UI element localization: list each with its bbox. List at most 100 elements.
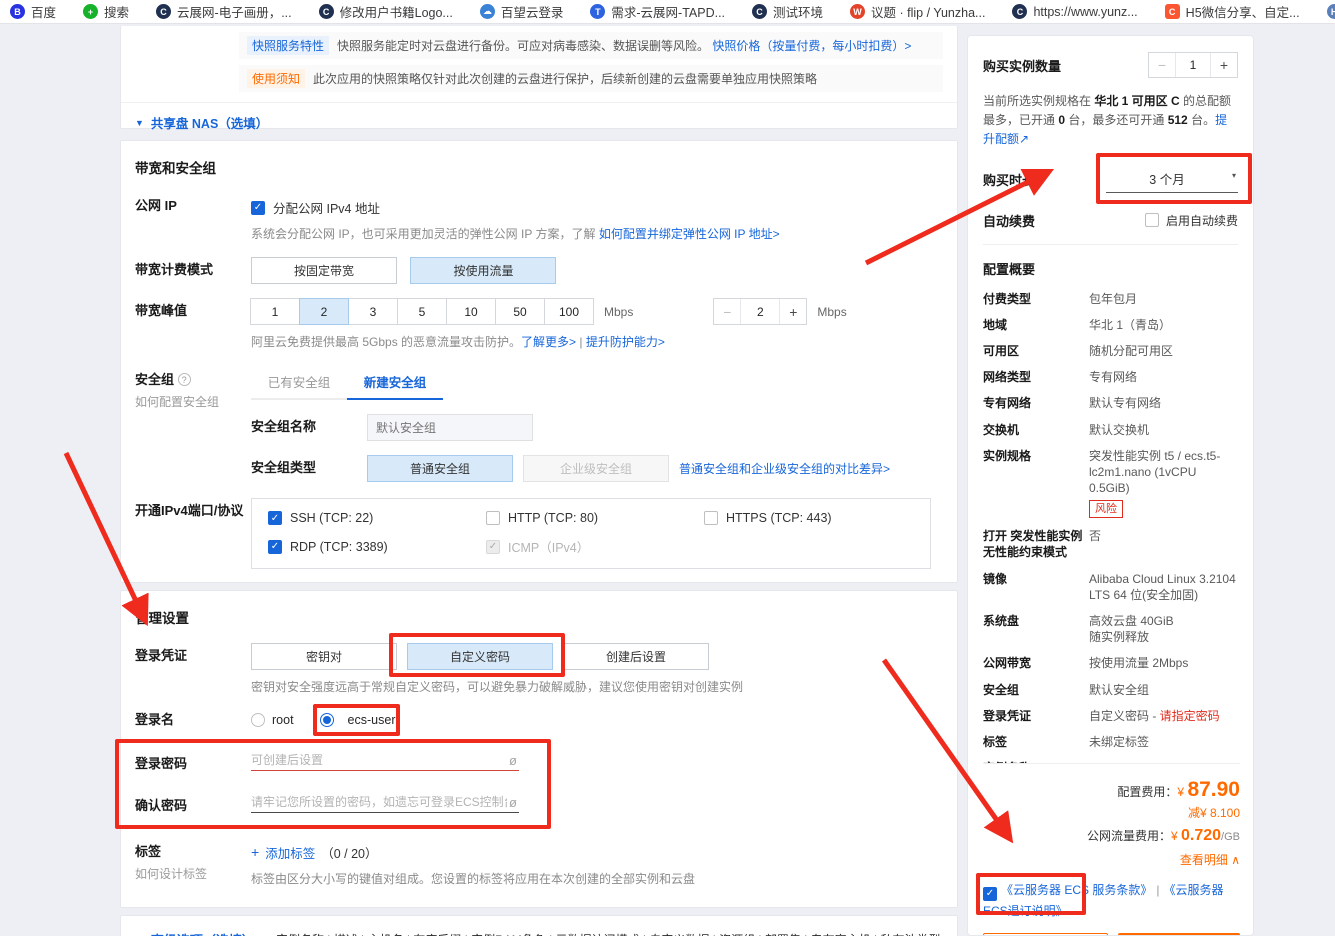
confirm-password-input[interactable] bbox=[251, 795, 507, 809]
keypair-option[interactable]: 密钥对 bbox=[251, 643, 397, 670]
bookmark-item[interactable]: CH5微信分享、自定... bbox=[1165, 2, 1300, 21]
duration-select[interactable]: 3 个月 ▾ bbox=[1106, 166, 1238, 193]
snapshot-price-link[interactable]: 快照价格（按量付费，每小时扣费）> bbox=[712, 39, 911, 53]
radio-icon[interactable] bbox=[251, 713, 265, 727]
help-icon[interactable]: ? bbox=[178, 373, 191, 386]
checkbox-checked-icon[interactable]: ✓ bbox=[268, 540, 282, 554]
checkbox-checked-icon[interactable]: ✓ bbox=[251, 201, 265, 215]
advanced-toggle-label: 高级选项（选填） bbox=[151, 930, 255, 936]
chevron-down-icon: ▾ bbox=[1232, 171, 1236, 180]
improve-protection-link[interactable]: 提升防护能力> bbox=[586, 335, 665, 349]
ports-box: ✓SSH (TCP: 22) HTTP (TCP: 80) HTTPS (TCP… bbox=[251, 498, 931, 569]
eye-slash-icon[interactable]: ø bbox=[507, 795, 519, 810]
gitlab-favicon: W bbox=[850, 4, 865, 19]
minus-button[interactable]: − bbox=[714, 299, 740, 324]
add-tag-button[interactable]: + 添加标签 （0 / 20） bbox=[251, 839, 943, 862]
login-name-label: 登录名 bbox=[135, 712, 251, 729]
bookmark-item[interactable]: C云展网-电子画册，... bbox=[156, 2, 292, 21]
password-label: 登录密码 bbox=[135, 751, 251, 773]
agreement-checkbox[interactable]: ✓ bbox=[983, 887, 997, 901]
bandwidth-option-5[interactable]: 5 bbox=[397, 298, 447, 325]
divider bbox=[121, 102, 957, 103]
learn-more-link[interactable]: 了解更多> bbox=[521, 335, 576, 349]
sg-compare-link[interactable]: 普通安全组和企业级安全组的对比差异> bbox=[679, 460, 890, 477]
set-later-option[interactable]: 创建后设置 bbox=[563, 643, 709, 670]
bookmark-item[interactable]: T需求-云展网-TAPD... bbox=[590, 2, 725, 21]
checkbox-checked-icon[interactable]: ✓ bbox=[268, 511, 282, 525]
port-http[interactable]: HTTP (TCP: 80) bbox=[486, 511, 704, 525]
password-required-warning: 请指定密码 bbox=[1160, 709, 1220, 723]
minus-button[interactable]: − bbox=[1149, 53, 1175, 77]
custom-password-option[interactable]: 自定义密码 bbox=[407, 643, 553, 670]
section-title: 带宽和安全组 bbox=[121, 141, 957, 177]
quantity-value: 1 bbox=[1175, 53, 1211, 77]
normal-sg-option[interactable]: 普通安全组 bbox=[367, 455, 513, 482]
login-name-ecsuser-option[interactable]: ecs-user bbox=[320, 713, 396, 727]
bookmark-item[interactable]: +搜索 bbox=[83, 2, 129, 21]
snapshot-feature-text: 快照服务能定时对云盘进行备份。可应对病毒感染、数据误删等风险。 快照价格（按量付… bbox=[337, 37, 911, 54]
tags-label: 标签 bbox=[135, 844, 161, 859]
price-footer: 配置费用：¥ 87.90 减¥ 8.100 公网流量费用：¥ 0.720/GB … bbox=[983, 763, 1240, 935]
bandwidth-option-100[interactable]: 100 bbox=[544, 298, 594, 325]
checkbox-icon[interactable] bbox=[1145, 213, 1159, 227]
ecs-purchase-page: { "colors": { "accent_blue": "#1766D9", … bbox=[0, 0, 1335, 936]
eip-doc-link[interactable]: 如何配置并绑定弹性公网 IP 地址> bbox=[599, 227, 780, 241]
risk-badge: 风险 bbox=[1089, 500, 1123, 518]
view-detail-link[interactable]: 查看明细 ∧ bbox=[983, 851, 1240, 868]
bandwidth-option-1[interactable]: 1 bbox=[250, 298, 300, 325]
bookmark-item[interactable]: C测试环境 bbox=[752, 2, 823, 21]
bandwidth-stepper-value: 2 bbox=[740, 299, 780, 324]
bookmark-item[interactable]: W议题 · flip / Yunzha... bbox=[850, 2, 985, 21]
sg-name-label: 安全组名称 bbox=[251, 414, 367, 436]
bandwidth-option-10[interactable]: 10 bbox=[446, 298, 496, 325]
tags-helper: 标签由区分大小写的键值对组成。您设置的标签将应用在本次创建的全部实例和云盘 bbox=[251, 870, 943, 888]
agreement-block: ✓《云服务器 ECS 服务条款》|《云服务器ECS退订说明》 bbox=[983, 880, 1240, 921]
plus-button[interactable]: + bbox=[1211, 53, 1237, 77]
billing-mode-label: 带宽计费模式 bbox=[135, 257, 251, 279]
tab-new-sg[interactable]: 新建安全组 bbox=[347, 367, 443, 400]
tab-existing-sg[interactable]: 已有安全组 bbox=[251, 367, 347, 400]
port-https[interactable]: HTTPS (TCP: 443) bbox=[704, 511, 914, 525]
password-input[interactable] bbox=[251, 753, 507, 767]
bookmark-item[interactable]: B百度 bbox=[10, 2, 56, 21]
radio-selected-icon[interactable] bbox=[320, 713, 334, 727]
port-rdp[interactable]: ✓RDP (TCP: 3389) bbox=[268, 537, 486, 556]
bandwidth-option-2[interactable]: 2 bbox=[299, 298, 349, 325]
assign-ipv4-checkbox-row[interactable]: ✓ 分配公网 IPv4 地址 bbox=[251, 193, 943, 217]
auto-renew-checkbox-row[interactable]: 启用自动续费 bbox=[1145, 212, 1238, 229]
globe-favicon: C bbox=[1012, 4, 1027, 19]
advanced-section-toggle[interactable]: ▼ 高级选项（选填） 实例名称 | 描述 | 主机名 | 有序后缀 | 实例RA… bbox=[121, 930, 957, 936]
bookmark-label: 云展网-电子画册，... bbox=[177, 2, 292, 21]
plus-button[interactable]: + bbox=[780, 299, 806, 324]
bookmark-item[interactable]: ☁百望云登录 bbox=[480, 2, 564, 21]
nas-section-toggle[interactable]: ▼ 共享盘 NAS（选填） bbox=[121, 113, 957, 132]
security-group-label: 安全组 bbox=[135, 372, 174, 387]
yunzhan-favicon: C bbox=[319, 4, 334, 19]
bookmark-item[interactable]: H如何设置华为 bbox=[1327, 2, 1335, 21]
checkbox-icon[interactable] bbox=[486, 511, 500, 525]
bandwidth-option-50[interactable]: 50 bbox=[495, 298, 545, 325]
bandwidth-option-3[interactable]: 3 bbox=[348, 298, 398, 325]
eye-slash-icon[interactable]: ø bbox=[507, 753, 519, 768]
checkbox-icon[interactable] bbox=[704, 511, 718, 525]
sg-howto-link[interactable]: 如何配置安全组 bbox=[135, 395, 251, 411]
mbps-unit: Mbps bbox=[604, 305, 633, 319]
port-ssh[interactable]: ✓SSH (TCP: 22) bbox=[268, 511, 486, 525]
bookmark-item[interactable]: C 修改用户书籍Logo... bbox=[319, 2, 453, 21]
bookmarks-bar: B百度 +搜索 C云展网-电子画册，... C修改用户书籍Logo... ☁百望… bbox=[0, 0, 1335, 24]
quantity-stepper: − 1 + bbox=[1148, 52, 1238, 78]
tags-howto-link[interactable]: 如何设计标签 bbox=[135, 867, 251, 883]
bandwidth-stepper: − 2 + bbox=[713, 298, 807, 325]
checkbox-disabled-icon: ✓ bbox=[486, 540, 500, 554]
login-name-root-option[interactable]: root bbox=[251, 713, 294, 727]
globe-favicon: C bbox=[752, 4, 767, 19]
ecs-terms-link[interactable]: 《云服务器 ECS 服务条款》 bbox=[1001, 883, 1152, 897]
section-title: 管理设置 bbox=[121, 591, 957, 627]
fixed-bandwidth-option[interactable]: 按固定带宽 bbox=[251, 257, 397, 284]
sg-name-input[interactable] bbox=[367, 414, 533, 441]
bookmark-item[interactable]: Chttps://www.yunz... bbox=[1012, 4, 1137, 19]
bookmark-label: 修改用户书籍Logo... bbox=[340, 2, 453, 21]
pay-by-traffic-option[interactable]: 按使用流量 bbox=[410, 257, 556, 284]
duration-label: 购买时长 bbox=[983, 170, 1035, 189]
order-summary-panel: 购买实例数量 − 1 + 当前所选实例规格在 华北 1 可用区 C 的总配额最多… bbox=[967, 35, 1254, 936]
